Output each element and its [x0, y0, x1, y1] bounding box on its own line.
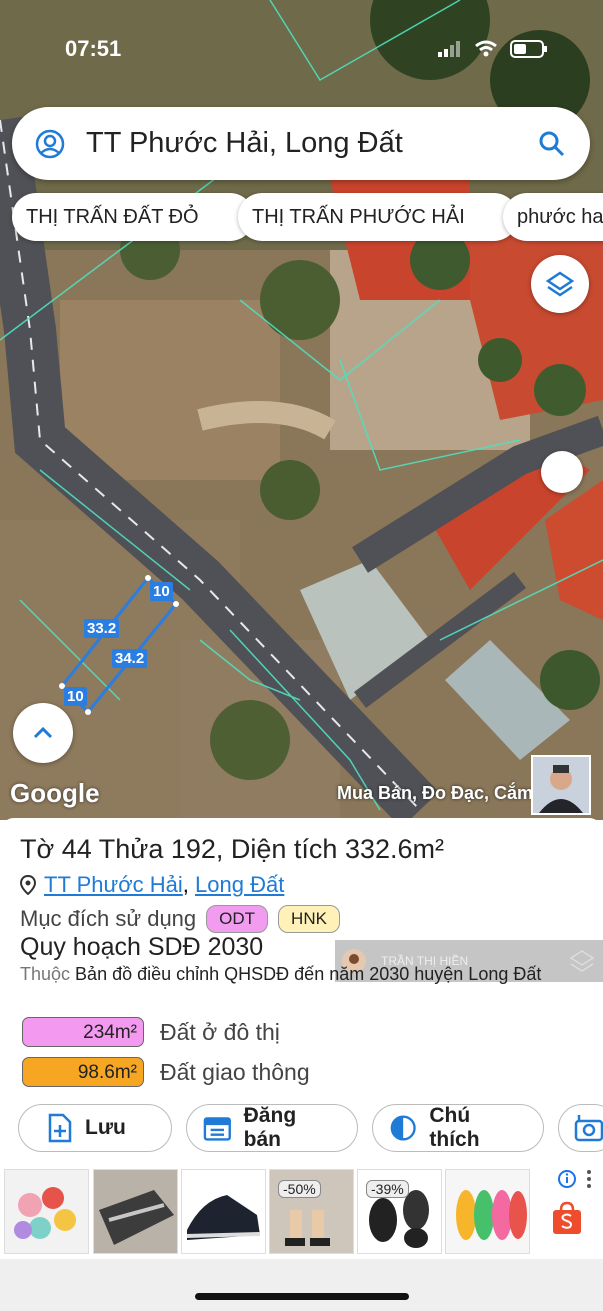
legend-button[interactable]: Chú thích — [372, 1104, 544, 1152]
shopping-ads-strip: -50% -39% — [0, 1163, 603, 1259]
location-link-town[interactable]: TT Phước Hải — [44, 872, 183, 897]
search-icon[interactable] — [538, 130, 566, 158]
discount-badge: -50% — [278, 1180, 321, 1198]
ad-product-colorful-slippers[interactable] — [445, 1169, 530, 1254]
account-icon[interactable] — [34, 128, 66, 160]
layers-icon — [545, 271, 575, 297]
chip-phuoc-hai[interactable]: phước ha — [503, 193, 603, 241]
google-logo: Google — [10, 778, 100, 808]
stack-icon — [569, 950, 595, 972]
parcel-info-panel: Tờ 44 Thửa 192, Diện tích 332.6m² TT Phư… — [0, 818, 603, 1163]
save-label: Lưu — [85, 1116, 126, 1139]
belongs-text: Bản đồ điều chỉnh QHSDĐ đến năm 2030 huy… — [75, 964, 542, 984]
post-sale-button[interactable]: Đăng bán — [186, 1104, 358, 1152]
parcel-title: Tờ 44 Thửa 192, Diện tích 332.6m² — [20, 834, 444, 864]
ad-product-sneaker[interactable] — [181, 1169, 266, 1254]
land-use-tag-odt[interactable]: ODT — [206, 905, 269, 933]
land-use-purpose: Mục đích sử dụng ODT HNK — [20, 905, 340, 933]
action-buttons: Lưu Đăng bán Chú thích — [18, 1104, 603, 1152]
layers-button[interactable] — [531, 255, 589, 313]
ad-product-water-shoe[interactable] — [93, 1169, 178, 1254]
ad-info-icon[interactable] — [557, 1169, 577, 1189]
add-photo-icon — [574, 1115, 603, 1142]
status-time: 07:51 — [65, 36, 122, 61]
discount-badge: -39% — [366, 1180, 409, 1198]
save-button[interactable]: Lưu — [18, 1104, 172, 1152]
advertiser-avatar[interactable] — [531, 755, 591, 815]
product-image — [456, 1190, 527, 1240]
parcel-edge-label: 33.2 — [84, 619, 120, 638]
search-input[interactable]: TT Phước Hải, Long Đất — [86, 127, 403, 160]
chip-thi-tran-phuoc-hai[interactable]: THỊ TRẤN PHƯỚC HẢI — [238, 193, 518, 241]
map-attribution: Mua Bán, Đo Đạc, Cắm — [336, 783, 533, 803]
plan-title: Quy hoạch SDĐ 2030 — [20, 933, 264, 961]
map-control-button[interactable] — [541, 451, 583, 493]
area-row-road: 98.6m² Đất giao thông — [22, 1057, 310, 1087]
location-pin-icon — [20, 875, 36, 895]
shopee-icon[interactable] — [551, 1201, 583, 1235]
ad-product-macaron[interactable] — [4, 1169, 89, 1254]
belongs-prefix: Thuộc — [20, 964, 71, 984]
satellite-map[interactable]: 10 33.2 34.2 10 07:51 TT Phước Hải, Long… — [0, 0, 603, 820]
ad-product-sandals[interactable]: -50% — [269, 1169, 354, 1254]
person-photo — [539, 765, 583, 813]
legend-label: Chú thích — [429, 1104, 480, 1151]
area-row-odt: 234m² Đất ở đô thị — [22, 1017, 280, 1047]
contrast-icon — [390, 1115, 416, 1141]
area-type: Đất giao thông — [160, 1058, 310, 1085]
purpose-label: Mục đích sử dụng — [20, 906, 197, 931]
search-bar[interactable]: TT Phước Hải, Long Đất — [12, 107, 590, 180]
chevron-up-icon — [33, 726, 53, 739]
more-options-icon[interactable] — [586, 1169, 592, 1189]
home-indicator[interactable] — [195, 1293, 409, 1300]
area-type: Đất ở đô thị — [160, 1018, 280, 1045]
expand-panel-button[interactable] — [13, 703, 73, 763]
wifi-icon — [475, 40, 497, 57]
location-separator: , — [182, 872, 189, 897]
area-value: 98.6m² — [22, 1057, 144, 1087]
location-link-district[interactable]: Long Đất — [195, 872, 284, 897]
parcel-edge-label: 10 — [64, 687, 87, 706]
product-image — [186, 1195, 261, 1240]
land-use-tag-hnk[interactable]: HNK — [278, 905, 340, 933]
add-file-icon — [48, 1113, 72, 1143]
signal-icon — [438, 41, 460, 57]
area-value: 234m² — [22, 1017, 144, 1047]
home-indicator-area — [0, 1259, 603, 1311]
post-sale-label: Đăng bán — [243, 1104, 297, 1151]
parcel-location: TT Phước Hải, Long Đất — [20, 872, 284, 898]
calendar-icon — [203, 1117, 231, 1141]
camera-button[interactable] — [558, 1104, 603, 1152]
chip-thi-tran-dat-do[interactable]: THỊ TRẤN ĐẤT ĐỎ — [12, 193, 254, 241]
ad-product-slides[interactable]: -39% — [357, 1169, 442, 1254]
product-image — [14, 1187, 76, 1239]
parcel-edge-label: 10 — [150, 582, 173, 601]
status-bar: 07:51 — [0, 34, 603, 64]
product-image — [99, 1190, 174, 1245]
parcel-edge-label: 34.2 — [112, 649, 148, 668]
plan-source: Thuộc Bản đồ điều chỉnh QHSDĐ đến năm 20… — [20, 962, 560, 986]
battery-icon — [510, 40, 547, 58]
